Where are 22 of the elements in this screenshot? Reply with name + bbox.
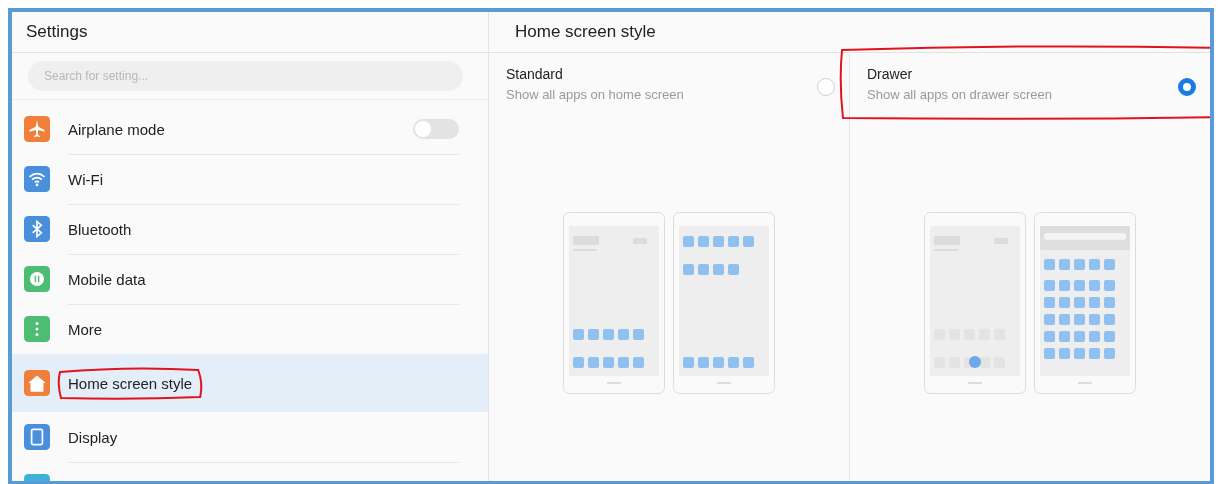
sidebar-item[interactable]: Display bbox=[12, 412, 488, 462]
sidebar-item[interactable]: Mobile data bbox=[12, 254, 488, 304]
sidebar-item[interactable]: Home screen style bbox=[12, 354, 488, 412]
setting-label: Display bbox=[68, 428, 118, 446]
setting-label: Airplane mode bbox=[68, 120, 165, 138]
page-title: Home screen style bbox=[515, 22, 656, 42]
option-title: Standard bbox=[506, 66, 564, 82]
setting-label: Mobile data bbox=[68, 270, 146, 288]
option-description: Show all apps on drawer screen bbox=[867, 87, 1053, 102]
radio-button[interactable] bbox=[1178, 78, 1196, 96]
sidebar-title: Settings bbox=[26, 22, 88, 42]
setting-label: Wi-Fi bbox=[68, 170, 103, 188]
sidebar-item[interactable]: Wi-Fi bbox=[12, 154, 488, 204]
setting-label: More bbox=[68, 320, 103, 338]
toggle-switch[interactable] bbox=[413, 119, 459, 139]
option-title: Drawer bbox=[867, 66, 914, 82]
option-description: Show all apps on home screen bbox=[506, 87, 685, 102]
sidebar-item[interactable]: Airplane mode bbox=[12, 104, 488, 154]
sidebar-item[interactable]: Bluetooth bbox=[12, 204, 488, 254]
sidebar-item[interactable]: More bbox=[12, 304, 488, 354]
setting-label: Bluetooth bbox=[68, 220, 132, 238]
setting-label: Home screen style bbox=[68, 374, 193, 392]
